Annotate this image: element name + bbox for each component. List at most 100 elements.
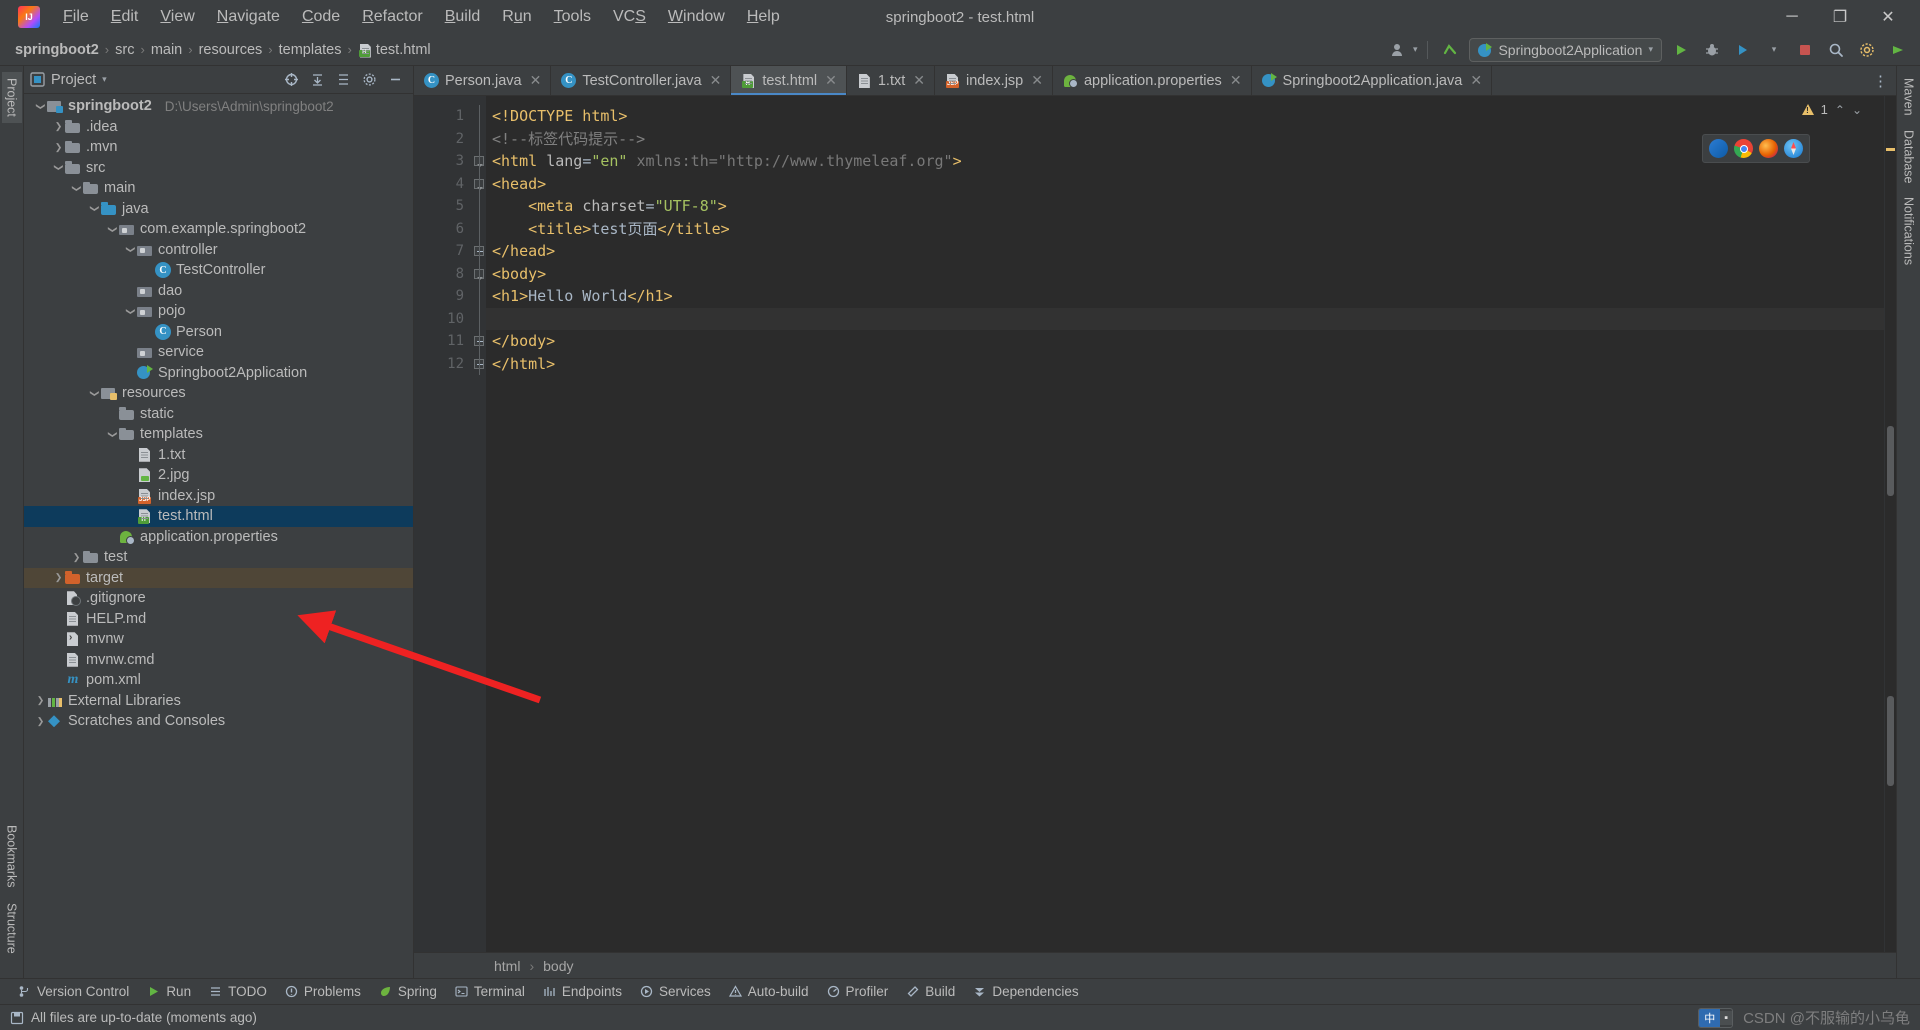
tree-node-resources[interactable]: ❯ resources [24,383,413,404]
sidebar-item-project[interactable]: Project [1,72,22,123]
chevron-down-icon[interactable]: ▾ [1413,44,1418,55]
bottom-tool-spring[interactable]: Spring [371,982,445,1001]
menu-item-tools[interactable]: Tools [543,4,602,30]
chevron-right-icon[interactable]: ❯ [70,552,83,562]
bottom-tool-problems[interactable]: Problems [277,982,369,1001]
update-icon[interactable] [1886,38,1910,62]
chrome-browser-icon[interactable] [1734,139,1753,158]
sidebar-item-database[interactable]: Database [1899,124,1919,190]
menu-item-code[interactable]: Code [291,4,351,30]
tree-node-src[interactable]: ❯ src [24,158,413,179]
editor-tab-overflow[interactable]: ⋮ [1865,66,1896,95]
crosshair-icon[interactable] [279,68,303,92]
close-icon[interactable]: ✕ [1230,72,1242,89]
project-tree[interactable]: ❯ springboot2 D:\Users\Admin\springboot2 ❯.… [24,94,413,978]
tree-node-test[interactable]: ❯ test [24,547,413,568]
tree-node-java[interactable]: ❯ java [24,199,413,220]
code-content[interactable]: <!DOCTYPE html> <!--标签代码提示--> <html lang="… [486,96,1884,952]
chevron-right-icon[interactable]: ❯ [34,696,47,705]
editor-tab-springboot2application-java[interactable]: Springboot2Application.java ✕ [1252,66,1493,95]
editor-breadcrumb-item-body[interactable]: body [543,958,573,974]
search-icon[interactable] [1824,38,1848,62]
gear-icon[interactable] [1855,38,1879,62]
tree-node-springboot2[interactable]: ❯ springboot2 D:\Users\Admin\springboot2 [24,96,413,117]
tree-node-pojo[interactable]: ❯ pojo [24,301,413,322]
chevron-down-icon[interactable]: ❯ [126,305,136,318]
chevron-down-icon[interactable]: ❯ [90,387,100,400]
coverage-icon[interactable] [1731,38,1755,62]
collapse-all-icon[interactable] [305,68,329,92]
menu-item-run[interactable]: Run [491,4,542,30]
chevron-down-icon[interactable]: ❯ [54,161,64,174]
bottom-tool-todo[interactable]: TODO [201,982,275,1001]
chevron-right-icon[interactable]: ❯ [34,716,47,726]
bottom-tool-dependencies[interactable]: Dependencies [965,982,1086,1001]
chevron-down-icon[interactable]: ▾ [1762,38,1786,62]
warning-stripe-mark[interactable] [1886,148,1895,151]
tree-node-controller[interactable]: ❯ controller [24,240,413,261]
tree-node-pom-xml[interactable]: m pom.xml [24,670,413,691]
bottom-tool-endpoints[interactable]: Endpoints [535,982,630,1001]
editor-tab-testcontroller-java[interactable]: C TestController.java ✕ [551,66,732,95]
tree-node-com-example-springboot2[interactable]: ❯ com.example.springboot2 [24,219,413,240]
menu-item-edit[interactable]: Edit [100,4,150,30]
breadcrumb-item-templates[interactable]: templates [274,40,347,60]
firefox-browser-icon[interactable] [1759,139,1778,158]
tree-node-main[interactable]: ❯ main [24,178,413,199]
editor-tab-test-html[interactable]: Htest.html ✕ [731,66,847,95]
bottom-tool-services[interactable]: Services [632,982,719,1001]
tree-node-application-properties[interactable]: application.properties [24,527,413,548]
gear-icon[interactable] [357,68,381,92]
debug-icon[interactable] [1700,38,1724,62]
chevron-down-icon[interactable]: ❯ [36,100,46,113]
code-editor[interactable]: 1 2 3 4 5 6 7 8 9 10 11 12 <!DOCTYPE html> <!--标签代码提… [414,96,1896,952]
menu-item-vcs[interactable]: VCS [602,4,657,30]
tree-node-2-jpg[interactable]: 2.jpg [24,465,413,486]
error-stripe-scrollbar[interactable] [1884,96,1896,952]
chevron-down-icon[interactable]: ▾ [102,74,107,85]
tree-node-templates[interactable]: ❯ templates [24,424,413,445]
sidebar-item-maven[interactable]: Maven [1899,72,1919,122]
bottom-tool-version-control[interactable]: Version Control [10,982,137,1001]
tree-node--idea[interactable]: ❯ .idea [24,117,413,138]
tree-node-mvnw[interactable]: mvnw [24,629,413,650]
expand-all-icon[interactable] [331,68,355,92]
browser-launch-bar[interactable] [1702,134,1810,163]
tree-node-springboot2application[interactable]: Springboot2Application [24,363,413,384]
menu-item-help[interactable]: Help [736,4,791,30]
bottom-tool-terminal[interactable]: Terminal [447,982,533,1001]
tree-node-dao[interactable]: dao [24,281,413,302]
close-icon[interactable]: ✕ [710,72,722,89]
chevron-down-icon[interactable]: ⌄ [1852,103,1862,117]
chevron-up-icon[interactable]: ⌃ [1835,103,1845,117]
inspection-widget[interactable]: 1 ⌃ ⌄ [1801,102,1862,117]
sidebar-item-bookmarks[interactable]: Bookmarks [2,819,22,894]
tree-node-testcontroller[interactable]: C TestController [24,260,413,281]
breadcrumb-item-main[interactable]: main [146,40,187,60]
close-icon[interactable]: ✕ [1031,72,1043,89]
safari-browser-icon[interactable] [1784,139,1803,158]
sidebar-item-notifications[interactable]: Notifications [1899,191,1919,271]
project-panel-title[interactable]: Project ▾ [30,72,107,88]
breadcrumb-item-test-html[interactable]: Htest.html [353,40,436,60]
close-icon[interactable]: ✕ [1470,72,1482,89]
close-icon[interactable]: ✕ [530,72,542,89]
editor-tab-application-properties[interactable]: application.properties ✕ [1053,66,1252,95]
breadcrumb-item-src[interactable]: src [110,40,139,60]
code-folding-column[interactable] [472,96,486,952]
bottom-tool-profiler[interactable]: Profiler [819,982,897,1001]
tree-node-scratches-and-consoles[interactable]: ❯ Scratches and Consoles [24,711,413,732]
scrollbar-thumb[interactable] [1887,426,1894,496]
bottom-tool-build[interactable]: Build [898,982,963,1001]
ime-indicator[interactable]: 中 ▪ [1698,1007,1734,1028]
tree-node-mvnw-cmd[interactable]: mvnw.cmd [24,650,413,671]
chevron-down-icon[interactable]: ❯ [108,223,118,236]
minimize-button[interactable]: ─ [1768,0,1816,34]
menu-item-navigate[interactable]: Navigate [206,4,291,30]
tree-node-service[interactable]: service [24,342,413,363]
chevron-down-icon[interactable]: ❯ [72,182,82,195]
minus-icon[interactable] [383,68,407,92]
close-icon[interactable]: ✕ [913,72,925,89]
run-configuration-selector[interactable]: Springboot2Application ▾ [1469,37,1662,62]
tree-node-person[interactable]: C Person [24,322,413,343]
